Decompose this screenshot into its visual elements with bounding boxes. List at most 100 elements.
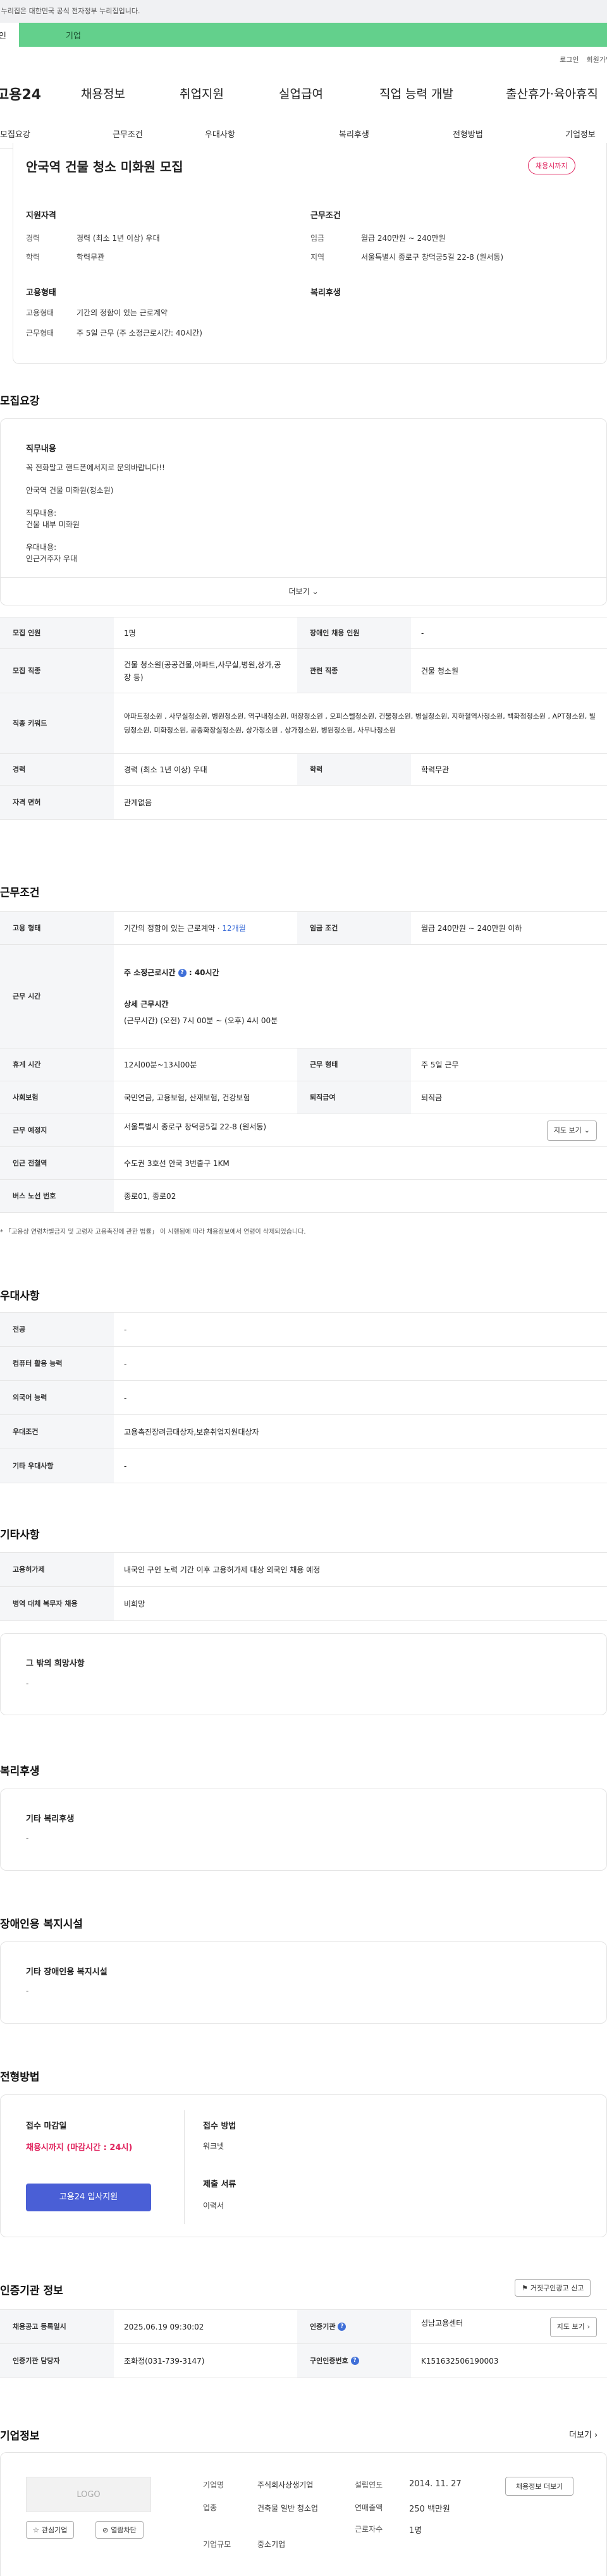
- help-icon[interactable]: ?: [338, 2323, 346, 2331]
- qual-title: 지원자격: [26, 211, 56, 221]
- etc-table: 고용허가제 내국인 구인 노력 기간 이후 고용허가제 대상 외국인 채용 예정 …: [0, 1552, 607, 1621]
- company-card: LOGO ☆ 관심기업 ⊘ 열람차단 기업명 주식회사상생기업 업종 건축물 일반 …: [0, 2452, 607, 2576]
- site-logo[interactable]: 고용24: [0, 83, 41, 104]
- row-header: 관련 직종: [297, 648, 411, 693]
- nav-item-jobs[interactable]: 채용정보: [81, 85, 125, 102]
- gov-banner: 이 누리집은 대한민국 공식 전자정부 누리집입니다.: [0, 0, 607, 23]
- row-value: 수도권 3호선 안국 3번출구 1KM: [114, 1146, 607, 1180]
- anchor-pref[interactable]: 우대사항: [205, 128, 235, 140]
- row-header: 채용공고 등록일시: [0, 2309, 114, 2344]
- screen-section-title: 전형방법: [0, 2071, 40, 2084]
- company-industry-value: 건축물 일반 청소업: [257, 2504, 318, 2513]
- company-est-label: 설립연도: [355, 2481, 383, 2489]
- welfare-box-value: -: [26, 1833, 29, 1842]
- report-button[interactable]: ⚑ 거짓구인광고 신고: [515, 2279, 591, 2297]
- row-header: 직종 키워드: [0, 693, 114, 754]
- row-value: -: [114, 1346, 607, 1381]
- company-est-value: 2014. 11. 27: [409, 2479, 462, 2489]
- other-wish-value: -: [26, 1679, 29, 1688]
- util-links: 로그인 회원가입: [560, 54, 607, 64]
- star-icon: ☆: [33, 2525, 39, 2534]
- company-emp-value: 1명: [409, 2526, 422, 2536]
- detail-title: 상세 근무시간: [124, 999, 169, 1009]
- row-value: 기간의 정함이 있는 근로계약 · 12개월: [114, 911, 297, 945]
- help-icon[interactable]: ?: [350, 2357, 359, 2365]
- duty-line: 건물 내부 미화원: [26, 520, 80, 529]
- fav-company-button[interactable]: ☆ 관심기업: [26, 2521, 75, 2539]
- company-more-link[interactable]: 더보기 ›: [569, 2428, 598, 2440]
- emp-title: 고용형태: [26, 288, 56, 298]
- row-value: 12시00분~13시00분: [114, 1048, 297, 1081]
- row-header: 학력: [297, 753, 411, 786]
- company-sales-label: 연매출액: [355, 2503, 383, 2512]
- method-value: 워크넷: [203, 2142, 224, 2151]
- anchor-work[interactable]: 근무조건: [113, 128, 143, 140]
- deadline-title: 접수 마감일: [26, 2122, 67, 2131]
- join-link[interactable]: 회원가입: [587, 54, 607, 64]
- row-header: 근무 시간: [0, 944, 114, 1048]
- row-value: 관계없음: [114, 785, 607, 820]
- anchor-welfare[interactable]: 복리후생: [339, 128, 369, 140]
- anchor-screen[interactable]: 전형방법: [453, 128, 483, 140]
- cond-title: 근무조건: [310, 211, 341, 221]
- emptype-value: 기간의 정함이 있는 근로계약: [77, 308, 168, 317]
- hours-value: 40시간: [194, 968, 219, 977]
- block-icon: ⊘: [102, 2525, 109, 2534]
- disability-box-title: 기타 장애인용 복지시설: [26, 1967, 107, 1977]
- welfare-card: 기타 복리후생 -: [0, 1789, 607, 1871]
- nav-item-leave[interactable]: 출산휴가·육아휴직: [506, 85, 598, 102]
- other-wish-card: 그 밖의 희망사항 -: [0, 1633, 607, 1715]
- tab-company[interactable]: 기업: [19, 23, 607, 47]
- apply-button[interactable]: 고용24 입사지원: [26, 2184, 151, 2211]
- row-header: 모집 인원: [0, 617, 114, 649]
- row-header: 기타 우대사항: [0, 1449, 114, 1483]
- company-jobs-button[interactable]: 채용정보 더보기: [505, 2477, 574, 2496]
- disability-box-value: -: [26, 1986, 29, 1995]
- tab-personal[interactable]: 개인: [0, 23, 19, 47]
- other-wish-title: 그 밖의 희망사항: [26, 1659, 85, 1668]
- map-label: 지도 보기: [553, 1126, 582, 1134]
- anchor-company[interactable]: 기업정보: [565, 128, 596, 140]
- login-link[interactable]: 로그인: [560, 54, 579, 64]
- career-value: 경력 (최소 1년 이상) 우대: [77, 234, 160, 243]
- row-value: 2025.06.19 09:30:02: [114, 2309, 297, 2344]
- more-button[interactable]: 더보기 ⌄: [1, 577, 606, 605]
- anchor-recruit[interactable]: 모집요강: [0, 128, 30, 140]
- member-tabs: 개인 기업: [0, 23, 607, 47]
- wage-label: 임금: [310, 234, 325, 243]
- map-button[interactable]: 지도 보기 ⌄: [546, 1120, 597, 1141]
- nav-item-benefit[interactable]: 실업급여: [279, 85, 323, 102]
- duty-line: 인근거주자 우대: [26, 554, 78, 563]
- duty-card: 직무내용 꼭 전화말고 핸드폰에서지로 문의바랍니다!! 안국역 건물 미화원(…: [0, 418, 607, 605]
- duty-line: 안국역 건물 미화원(청소원): [26, 486, 114, 495]
- row-value: 퇴직금: [411, 1081, 607, 1114]
- company-size-label: 기업규모: [203, 2540, 231, 2549]
- row-header: 외국어 능력: [0, 1380, 114, 1415]
- worktype-value: 주 5일 근무 (주 소정근로시간: 40시간): [77, 329, 202, 337]
- row-value: 건물 청소원: [411, 648, 607, 693]
- deadline-badge: 채용시까지: [528, 157, 575, 174]
- company-emp-label: 근로자수: [355, 2525, 383, 2534]
- row-value: 내국인 구인 노력 기간 이후 고용허가제 대상 외국인 채용 예정: [114, 1552, 607, 1587]
- row-header: 장애인 채용 인원: [297, 617, 411, 649]
- place-cell: 서울특별시 종로구 창덕궁5길 22-8 (원서동) 지도 보기 ⌄: [114, 1114, 607, 1147]
- row-header: 컴퓨터 활용 능력: [0, 1346, 114, 1381]
- emptype-text: 기간의 정함이 있는 근로계약 ·: [124, 923, 220, 933]
- screen-card: 접수 마감일 채용시까지 (마감시간 : 24시) 고용24 입사지원 접수 방…: [0, 2094, 607, 2237]
- region-value: 서울특별시 종로구 창덕궁5길 22-8 (원서동): [361, 253, 504, 262]
- nav-item-training[interactable]: 직업 능력 개발: [379, 85, 453, 102]
- divider: [184, 2110, 185, 2224]
- welfare-section-title: 복리후생: [0, 1765, 40, 1778]
- row-value: 학력무관: [411, 753, 607, 786]
- cert-org-value: 성남고용센터: [421, 2318, 463, 2328]
- row-header: 병역 대체 복무자 채용: [0, 1586, 114, 1621]
- nav-item-support[interactable]: 취업지원: [180, 85, 224, 102]
- row-value: 성남고용센터 지도 보기 ›: [411, 2309, 607, 2344]
- row-header: 휴게 시간: [0, 1048, 114, 1081]
- help-icon[interactable]: ?: [178, 968, 187, 977]
- region-label: 지역: [310, 253, 325, 262]
- cert-map-button[interactable]: 지도 보기 ›: [549, 2316, 597, 2337]
- row-header: 인증기관 ?: [297, 2309, 411, 2344]
- block-company-button[interactable]: ⊘ 열람차단: [95, 2521, 144, 2539]
- gov-banner-text: 이 누리집은 대한민국 공식 전자정부 누리집입니다.: [0, 7, 140, 15]
